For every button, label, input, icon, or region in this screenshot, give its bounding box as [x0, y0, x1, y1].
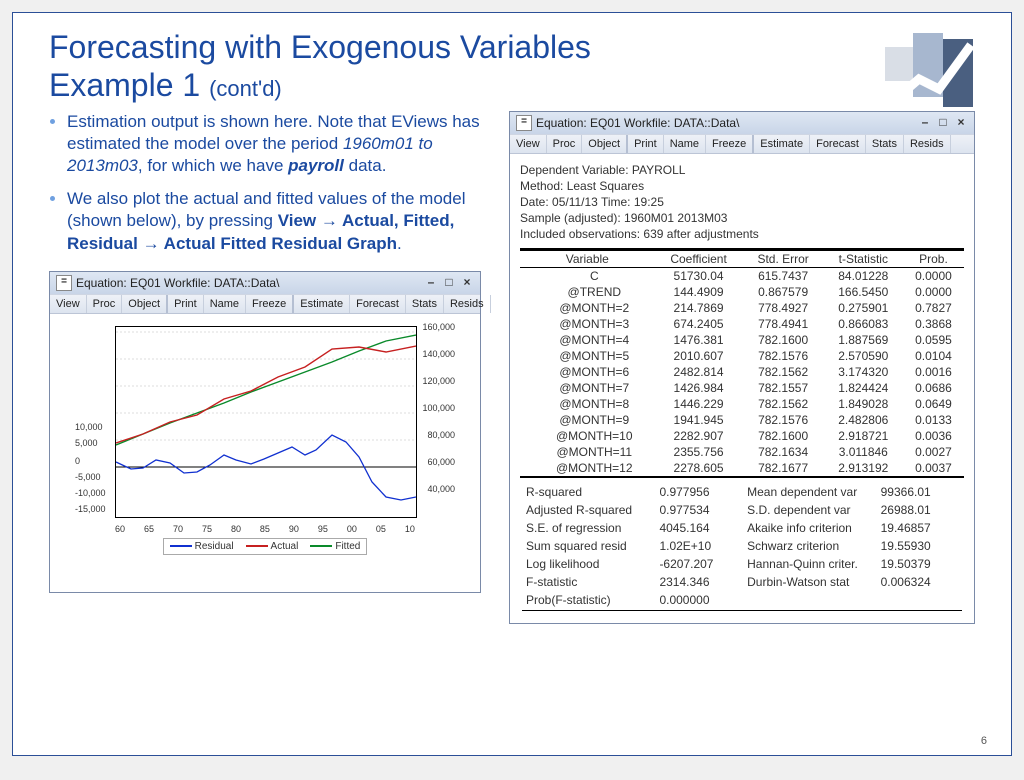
bullet-1: Estimation output is shown here. Note th… [67, 111, 489, 178]
toolbar-freeze[interactable]: Freeze [706, 135, 754, 153]
toolbar-estimate[interactable]: Estimate [294, 295, 350, 313]
stats-row: R-squared0.977956Mean dependent var99366… [522, 484, 962, 500]
toolbar-resids[interactable]: Resids [904, 135, 951, 153]
toolbar-forecast[interactable]: Forecast [350, 295, 406, 313]
toolbar-name[interactable]: Name [664, 135, 706, 153]
output-titlebar-text: Equation: EQ01 Workfile: DATA::Data\ [536, 116, 739, 130]
chart-legend: Residual Actual Fitted [163, 538, 368, 555]
slide-title: Forecasting with Exogenous Variables Exa… [49, 29, 975, 105]
table-row: @MONTH=41476.381782.16001.8875690.0595 [520, 332, 964, 348]
close-button[interactable]: × [460, 277, 474, 289]
x-axis: 6065707580859095000510 [115, 524, 415, 534]
toolbar-resids[interactable]: Resids [444, 295, 491, 313]
toolbar-stats[interactable]: Stats [406, 295, 444, 313]
stats-row: F-statistic2314.346Durbin-Watson stat0.0… [522, 574, 962, 590]
toolbar-forecast[interactable]: Forecast [810, 135, 866, 153]
title-contd: (cont'd) [209, 76, 282, 101]
toolbar-object[interactable]: Object [582, 135, 628, 153]
stats-row: Adjusted R-squared0.977534S.D. dependent… [522, 502, 962, 518]
right-column: = Equation: EQ01 Workfile: DATA::Data\ –… [509, 111, 975, 625]
toolbar-print[interactable]: Print [168, 295, 204, 313]
stats-table: R-squared0.977956Mean dependent var99366… [520, 482, 964, 613]
table-row: @MONTH=91941.945782.15762.4828060.0133 [520, 412, 964, 428]
stats-row: Sum squared resid1.02E+10Schwarz criteri… [522, 538, 962, 554]
toolbar-view[interactable]: View [510, 135, 547, 153]
page-number: 6 [981, 735, 987, 747]
graph-titlebar-text: Equation: EQ01 Workfile: DATA::Data\ [76, 276, 279, 290]
toolbar-freeze[interactable]: Freeze [246, 295, 294, 313]
toolbar-name[interactable]: Name [204, 295, 246, 313]
eviews-output-window: = Equation: EQ01 Workfile: DATA::Data\ –… [509, 111, 975, 625]
bullet-list: Estimation output is shown here. Note th… [49, 111, 489, 256]
table-row: @MONTH=112355.756782.16343.0118460.0027 [520, 444, 964, 460]
plot-area [115, 326, 417, 518]
eviews-graph-window: = Equation: EQ01 Workfile: DATA::Data\ –… [49, 271, 481, 593]
toolbar-proc[interactable]: Proc [87, 295, 123, 313]
table-row: @MONTH=62482.814782.15623.1743200.0016 [520, 364, 964, 380]
maximize-button[interactable]: □ [936, 117, 950, 129]
maximize-button[interactable]: □ [442, 277, 456, 289]
close-button[interactable]: × [954, 117, 968, 129]
table-row: @MONTH=52010.607782.15762.5705900.0104 [520, 348, 964, 364]
legend-actual: Actual [246, 541, 299, 552]
stats-row: S.E. of regression4045.164Akaike info cr… [522, 520, 962, 536]
left-column: Estimation output is shown here. Note th… [49, 111, 489, 625]
stats-row: Prob(F-statistic)0.000000 [522, 592, 962, 608]
table-row: C51730.04615.743784.012280.0000 [520, 268, 964, 284]
legend-residual: Residual [170, 541, 234, 552]
regression-meta: Dependent Variable: PAYROLL Method: Leas… [520, 162, 964, 243]
bullet-2: We also plot the actual and fitted value… [67, 188, 489, 255]
output-toolbar: ViewProcObjectPrintNameFreezeEstimateFor… [510, 134, 974, 154]
table-row: @MONTH=2214.7869778.49270.2759010.7827 [520, 300, 964, 316]
equation-icon: = [56, 275, 72, 291]
table-row: @TREND144.49090.867579166.54500.0000 [520, 284, 964, 300]
stats-row: Log likelihood-6207.207Hannan-Quinn crit… [522, 556, 962, 572]
toolbar-estimate[interactable]: Estimate [754, 135, 810, 153]
toolbar-object[interactable]: Object [122, 295, 168, 313]
title-line2: Example 1 [49, 67, 200, 103]
toolbar-proc[interactable]: Proc [547, 135, 583, 153]
toolbar-view[interactable]: View [50, 295, 87, 313]
output-body: Dependent Variable: PAYROLL Method: Leas… [510, 154, 974, 624]
legend-fitted: Fitted [310, 541, 360, 552]
chart: 10,000 5,000 0 -5,000 -10,000 -15,000 16… [75, 322, 455, 522]
table-row: @MONTH=3674.2405778.49410.8660830.3868 [520, 316, 964, 332]
logo [885, 33, 975, 117]
equation-icon: = [516, 115, 532, 131]
minimize-button[interactable]: – [918, 117, 932, 129]
minimize-button[interactable]: – [424, 277, 438, 289]
table-row: @MONTH=81446.229782.15621.8490280.0649 [520, 396, 964, 412]
slide: Forecasting with Exogenous Variables Exa… [12, 12, 1012, 756]
table-row: @MONTH=71426.984782.15571.8244240.0686 [520, 380, 964, 396]
toolbar-print[interactable]: Print [628, 135, 664, 153]
graph-body: 10,000 5,000 0 -5,000 -10,000 -15,000 16… [50, 314, 480, 592]
regression-table: Variable Coefficient Std. Error t-Statis… [520, 248, 964, 478]
toolbar-stats[interactable]: Stats [866, 135, 904, 153]
graph-toolbar: ViewProcObjectPrintNameFreezeEstimateFor… [50, 294, 480, 314]
table-row: @MONTH=122278.605782.16772.9131920.0037 [520, 460, 964, 476]
graph-titlebar: = Equation: EQ01 Workfile: DATA::Data\ –… [50, 272, 480, 294]
title-line1: Forecasting with Exogenous Variables [49, 29, 591, 65]
table-row: @MONTH=102282.907782.16002.9187210.0036 [520, 428, 964, 444]
